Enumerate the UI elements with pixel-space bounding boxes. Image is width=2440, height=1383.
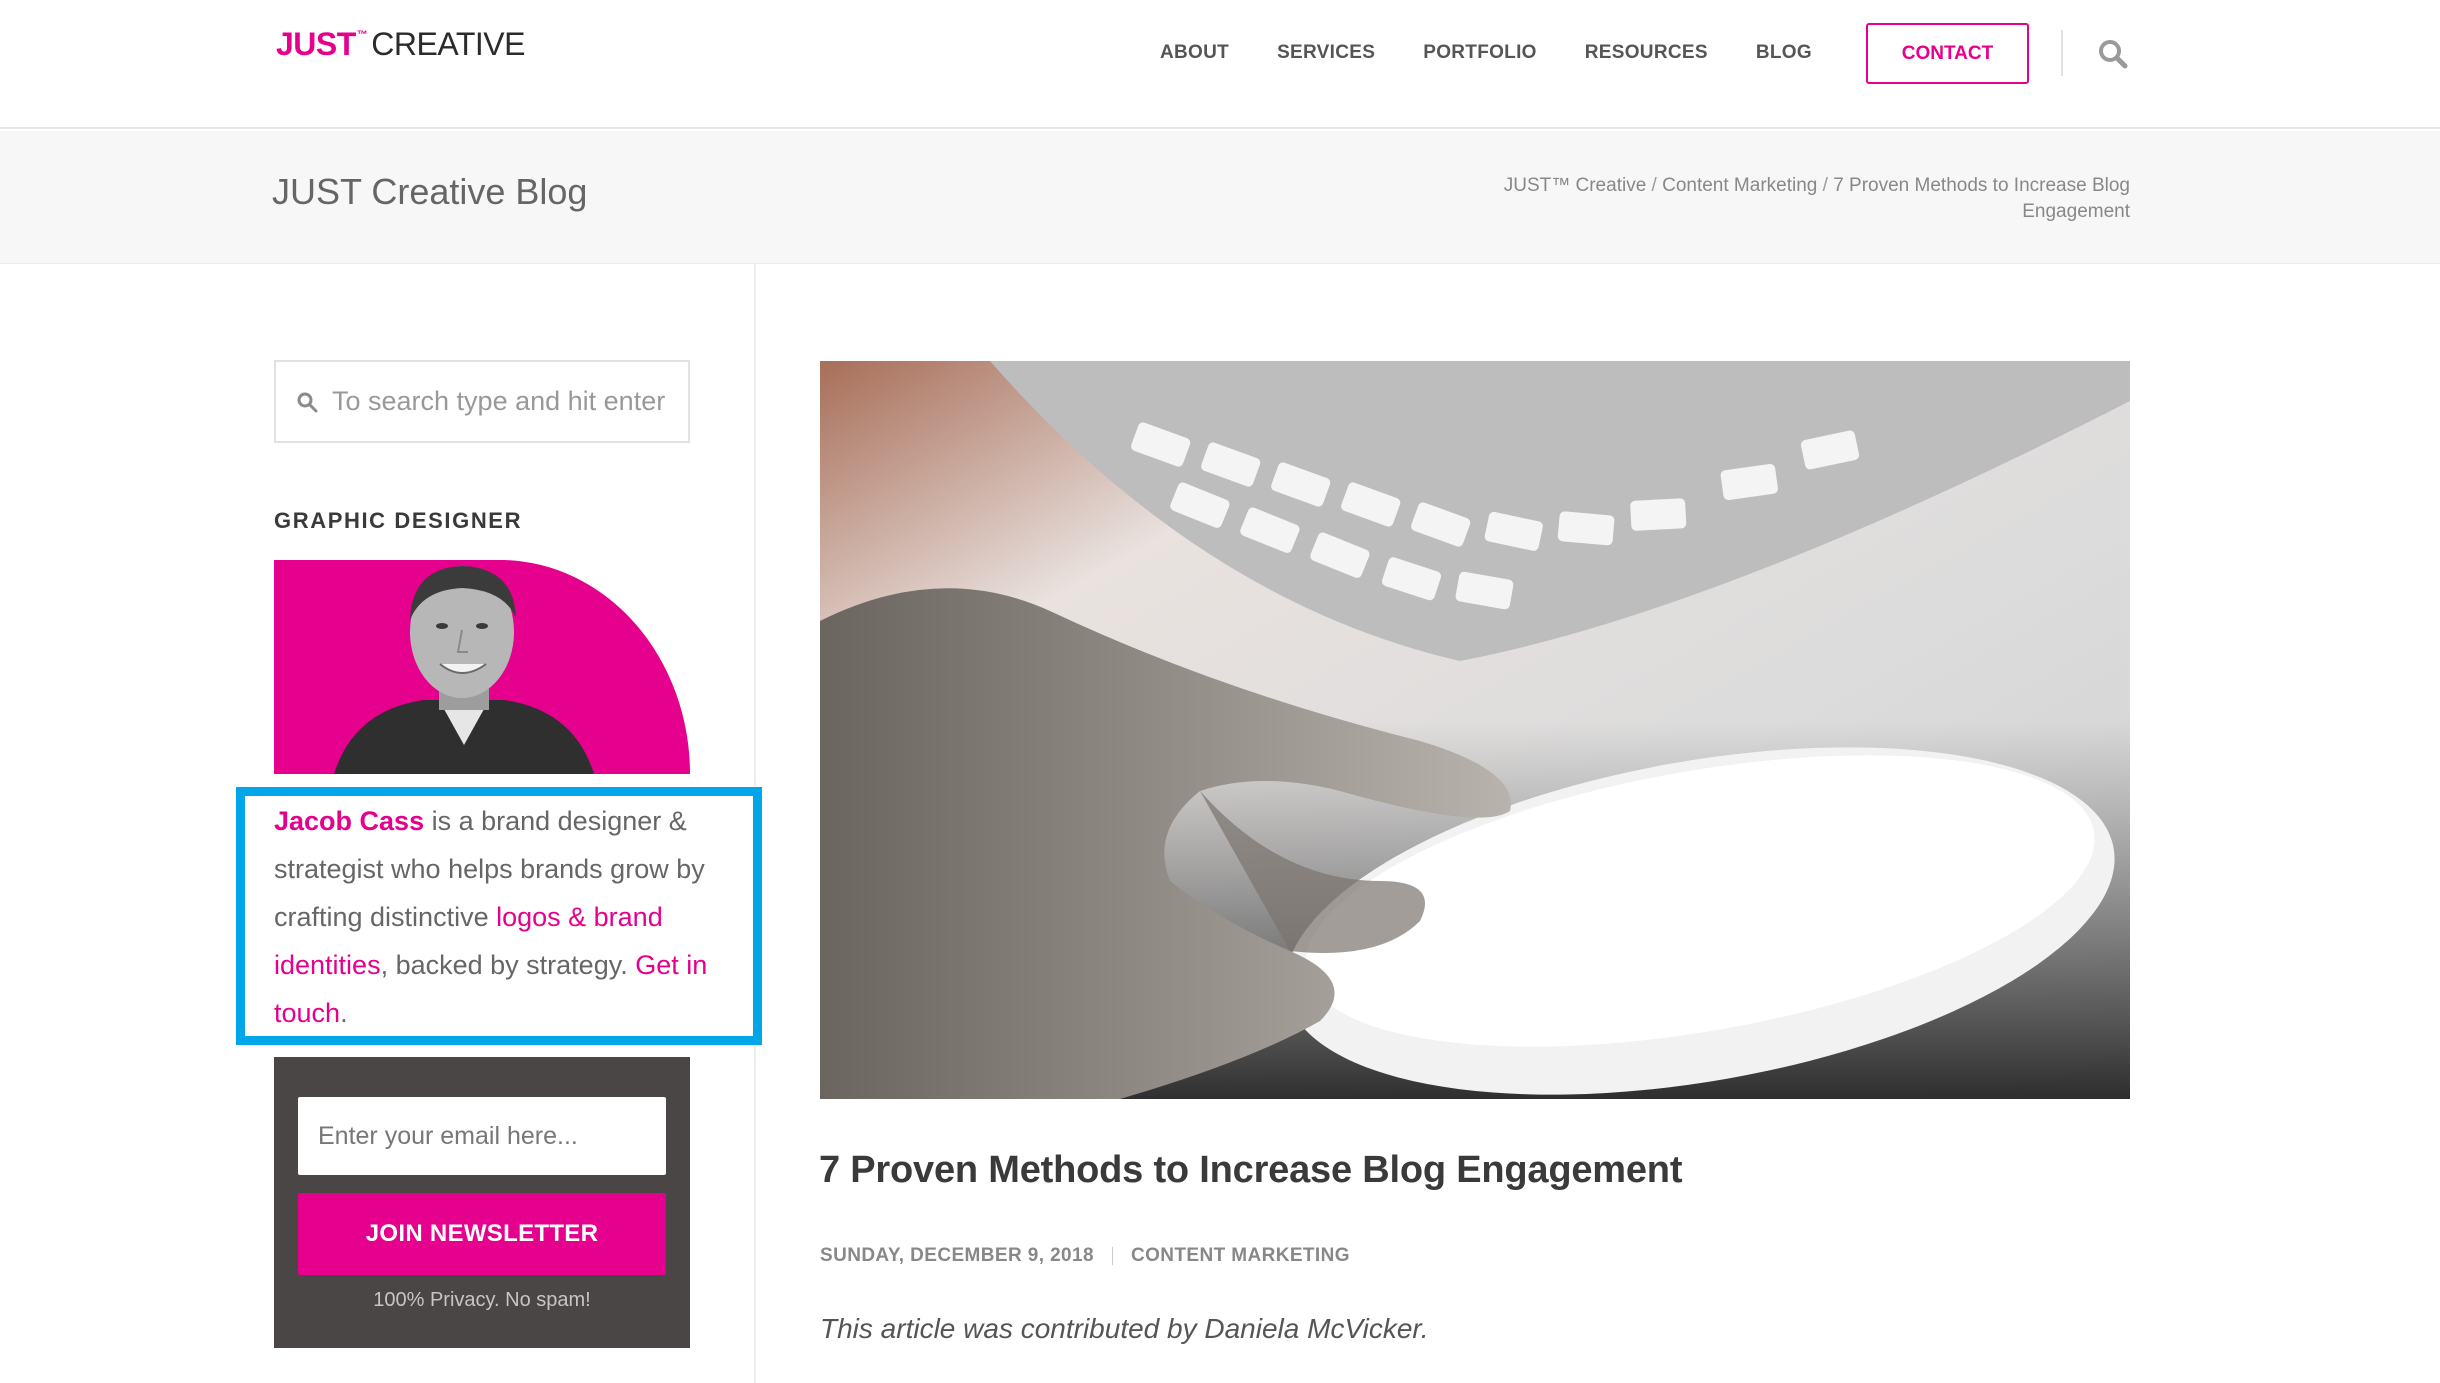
nav-item-resources[interactable]: RESOURCES xyxy=(1585,42,1708,64)
nav-item-portfolio[interactable]: PORTFOLIO xyxy=(1423,42,1537,64)
breadcrumb-category[interactable]: Content Marketing xyxy=(1662,175,1817,196)
sidebar-search xyxy=(274,360,690,443)
logo-creative: CREATIVE xyxy=(371,26,525,62)
widget-title: GRAPHIC DESIGNER xyxy=(274,508,523,533)
post-title[interactable]: 7 Proven Methods to Increase Blog Engage… xyxy=(819,1149,1682,1192)
breadcrumb-home[interactable]: JUST™ Creative xyxy=(1504,175,1647,196)
page-title: JUST Creative Blog xyxy=(272,171,588,212)
post-date: SUNDAY, DECEMBER 9, 2018 xyxy=(820,1245,1094,1266)
post-intro: This article was contributed by Daniela … xyxy=(820,1313,1429,1344)
page-title-bar: JUST Creative Blog JUST™ Creative / Cont… xyxy=(0,131,2440,264)
main-nav: ABOUT SERVICES PORTFOLIO RESOURCES BLOG xyxy=(1160,0,1860,106)
featured-image[interactable] xyxy=(820,361,2130,1099)
site-logo[interactable]: JUST ™ CREATIVE xyxy=(276,26,525,66)
avatar xyxy=(274,560,690,774)
contact-button[interactable]: CONTACT xyxy=(1866,23,2029,84)
search-icon[interactable] xyxy=(2097,38,2129,70)
nav-item-services[interactable]: SERVICES xyxy=(1277,42,1375,64)
breadcrumb-separator: / xyxy=(1651,175,1657,196)
newsletter-email-input[interactable] xyxy=(298,1097,666,1175)
breadcrumb-separator: / xyxy=(1822,175,1828,196)
breadcrumb: JUST™ Creative / Content Marketing / 7 P… xyxy=(1490,173,2130,225)
logo-just: JUST xyxy=(276,26,356,62)
highlight-box xyxy=(236,787,762,1045)
breadcrumb-current: 7 Proven Methods to Increase Blog Engage… xyxy=(1833,175,2130,222)
post-category-link[interactable]: CONTENT MARKETING xyxy=(1131,1245,1350,1267)
logo-trademark: ™ xyxy=(356,29,368,41)
post-meta: SUNDAY, DECEMBER 9, 2018 CONTENT MARKETI… xyxy=(820,1245,1350,1267)
nav-item-about[interactable]: ABOUT xyxy=(1160,42,1229,64)
privacy-note: 100% Privacy. No spam! xyxy=(373,1289,591,1311)
search-input[interactable] xyxy=(332,386,672,417)
site-header: JUST ™ CREATIVE ABOUT SERVICES PORTFOLIO… xyxy=(0,0,2440,129)
meta-divider xyxy=(1111,1247,1113,1265)
newsletter-widget: JOIN NEWSLETTER 100% Privacy. No spam! xyxy=(274,1057,690,1348)
nav-divider xyxy=(2061,30,2063,76)
join-newsletter-button[interactable]: JOIN NEWSLETTER xyxy=(298,1193,666,1275)
search-icon xyxy=(297,392,318,412)
nav-item-blog[interactable]: BLOG xyxy=(1756,42,1812,64)
